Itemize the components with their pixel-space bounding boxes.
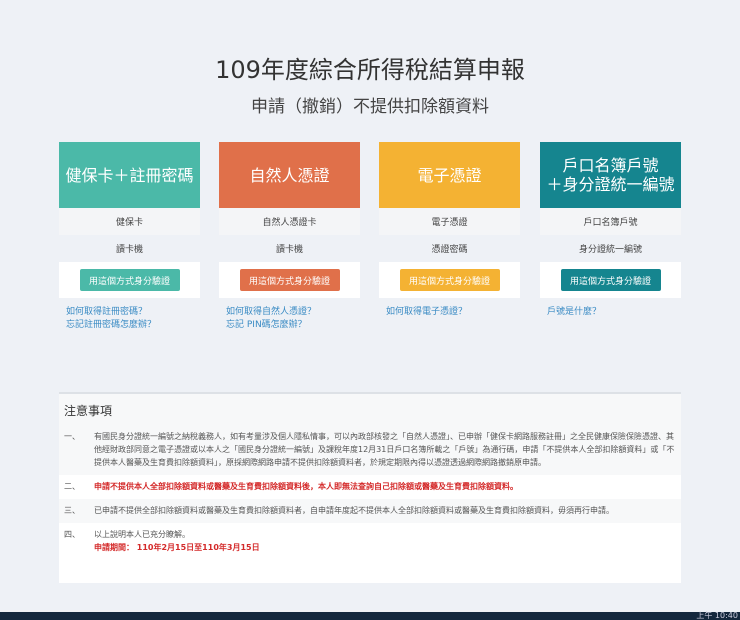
auth-method-card: 戶口名簿戶號 ＋身分證統一編號 戶口名簿戶號 身分證統一編號 用這個方式身分驗證… [540,142,681,319]
help-link[interactable]: 如何取得電子憑證？ [386,306,513,319]
card-title: 戶口名簿戶號 ＋身分證統一編號 [540,142,681,208]
page-title: 109年度綜合所得稅結算申報 [215,56,525,84]
item-number: 四、 [64,530,80,539]
taskbar: 上午 10:40 [0,611,740,620]
item-number: 三、 [64,506,80,515]
requirement-2: 憑證密碼 [431,245,468,255]
card-title: 健保卡＋註冊密碼 [59,142,200,208]
notice-item: 三、 已申請不提供全部扣除額資料或醫藥及生育費扣除額資料者，自申請年度起不提供本人… [59,499,681,523]
verify-button[interactable]: 用這個方式身分驗證 [560,269,661,291]
auth-method-card: 自然人憑證 自然人憑證卡 讀卡機 用這個方式身分驗證 如何取得自然人憑證？ 忘記 … [219,142,360,332]
requirement-1: 電子憑證 [379,208,520,235]
item-text: 有國民身分證統一編號之納稅義務人，如有考量涉及個人隱私情事，可以內政部核發之「自… [94,432,675,467]
application-period: 申請期間： 110年2月15日至110年3月15日 [94,543,260,552]
help-link[interactable]: 如何取得自然人憑證？ [226,306,353,319]
requirement-2: 讀卡機 [275,245,303,255]
notice-item: 四、 以上說明本人已充分瞭解。申請期間： 110年2月15日至110年3月15日 [59,523,681,560]
notice-item: 一、 有國民身分證統一編號之納稅義務人，如有考量涉及個人隱私情事，可以內政部核發之… [59,425,681,475]
help-link[interactable]: 戶號是什麼？ [547,306,674,319]
requirement-1: 戶口名簿戶號 [540,208,681,235]
requirement-2: 讀卡機 [115,245,143,255]
help-link[interactable]: 忘記註冊密碼怎麼辦？ [66,319,193,332]
card-title: 自然人憑證 [219,142,360,208]
requirement-1: 健保卡 [59,208,200,235]
verify-button[interactable]: 用這個方式身分驗證 [239,269,340,291]
clock: 上午 10:40 [696,611,738,620]
verify-button[interactable]: 用這個方式身分驗證 [399,269,500,291]
notice-item: 二、 申請不提供本人全部扣除額資料或醫藥及生育費扣除額資料後，本人即無法查詢自己扣… [59,475,681,499]
verify-button[interactable]: 用這個方式身分驗證 [79,269,180,291]
item-text: 已申請不提供全部扣除額資料或醫藥及生育費扣除額資料者，自申請年度起不提供本人全部… [94,506,614,515]
page-subtitle: 申請（撤銷）不提供扣除額資料 [251,97,489,117]
auth-method-card: 健保卡＋註冊密碼 健保卡 讀卡機 用這個方式身分驗證 如何取得註冊密碼？ 忘記註冊… [59,142,200,332]
requirement-1: 自然人憑證卡 [219,208,360,235]
help-link[interactable]: 忘記 PIN碼怎麼辦？ [226,319,353,332]
auth-method-card: 電子憑證 電子憑證 憑證密碼 用這個方式身分驗證 如何取得電子憑證？ [379,142,520,319]
notice-panel: 注意事項 一、 有國民身分證統一編號之納稅義務人，如有考量涉及個人隱私情事，可以內… [59,392,681,583]
item-text: 以上說明本人已充分瞭解。 [94,530,190,539]
item-text: 申請不提供本人全部扣除額資料或醫藥及生育費扣除額資料後，本人即無法查詢自己扣除額… [94,482,518,491]
help-link[interactable]: 如何取得註冊密碼？ [66,306,193,319]
item-number: 二、 [64,482,80,491]
card-title: 電子憑證 [379,142,520,208]
requirement-2: 身分證統一編號 [578,245,642,255]
item-number: 一、 [64,432,80,441]
notice-title: 注意事項 [59,394,681,425]
